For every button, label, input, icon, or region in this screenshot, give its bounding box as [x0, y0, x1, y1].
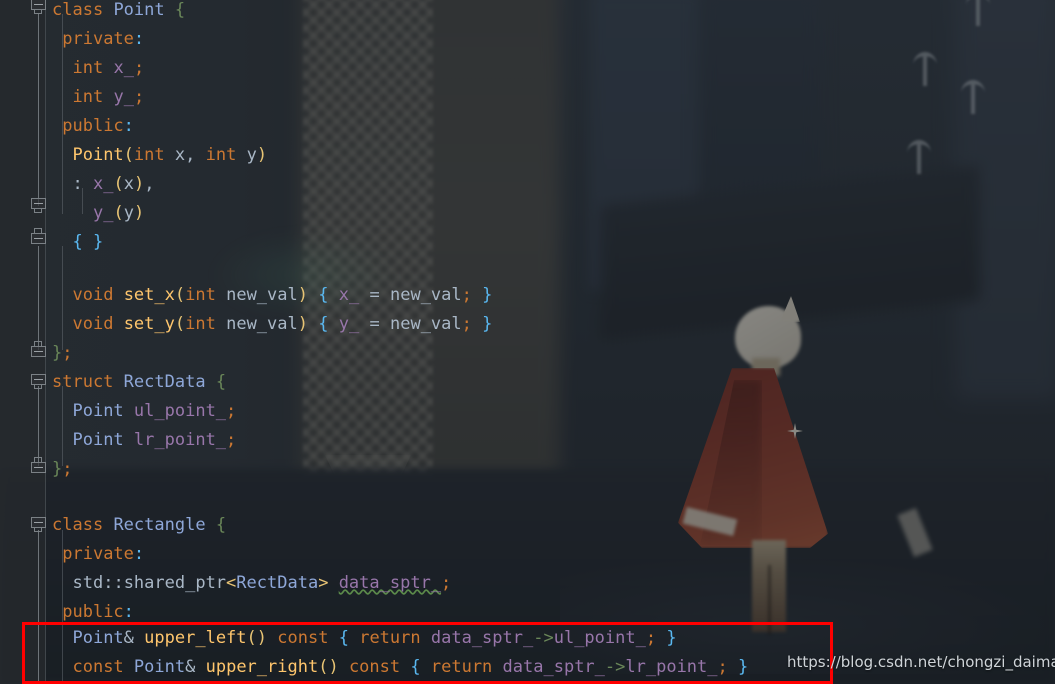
fold-guide-line — [38, 14, 39, 206]
fold-guide-line — [38, 246, 39, 350]
code-line-0[interactable]: class Point { — [52, 0, 185, 25]
code-line-2[interactable]: int x_; — [52, 54, 144, 83]
code-line-21[interactable]: public: — [52, 598, 134, 627]
fold-guide-line — [38, 386, 39, 466]
fold-tip — [34, 208, 42, 213]
code-line-22[interactable]: Point& upper_left() const { return data_… — [52, 624, 676, 653]
code-line-20[interactable]: std::shared_ptr<RectData> data_sptr_; — [52, 569, 451, 598]
fold-minus-icon — [34, 379, 43, 380]
code-line-18[interactable]: class Rectangle { — [52, 511, 226, 540]
fold-tip — [34, 9, 42, 14]
fold-minus-icon — [34, 238, 43, 239]
screenshot-root: class Point { private: int x_; int y_; p… — [0, 0, 1055, 684]
watermark-url: https://blog.csdn.net/chongzi_daima — [787, 653, 1055, 671]
code-line-11[interactable]: void set_y(int new_val) { y_ = new_val; … — [52, 310, 492, 339]
code-line-15[interactable]: Point lr_point_; — [52, 426, 236, 455]
code-line-6[interactable]: : x_(x), — [52, 170, 154, 199]
fold-marker-struct-rectdata[interactable] — [31, 374, 46, 389]
fold-tip — [34, 384, 42, 389]
fold-marker-ctor-body-end[interactable] — [31, 228, 46, 248]
code-line-10[interactable]: void set_x(int new_val) { x_ = new_val; … — [52, 281, 492, 310]
fold-marker-class-point[interactable] — [31, 0, 46, 14]
gutter-divider — [45, 0, 46, 684]
code-line-1[interactable]: private: — [52, 25, 144, 54]
fold-tip — [34, 341, 42, 346]
fold-minus-icon — [34, 467, 43, 468]
code-line-19[interactable]: private: — [52, 540, 144, 569]
fold-marker-struct-rectdata-end[interactable] — [31, 457, 46, 477]
fold-marker-class-point-end[interactable] — [31, 341, 46, 361]
fold-tip — [34, 457, 42, 462]
fold-marker-class-rectangle[interactable] — [31, 517, 46, 532]
fold-guide-line — [38, 530, 39, 684]
code-line-5[interactable]: Point(int x, int y) — [52, 141, 267, 170]
fold-tip — [34, 527, 42, 532]
fold-marker-ctor-init[interactable] — [31, 198, 46, 213]
code-line-4[interactable]: public: — [52, 112, 134, 141]
code-editor[interactable]: class Point { private: int x_; int y_; p… — [0, 0, 1055, 684]
code-line-14[interactable]: Point ul_point_; — [52, 397, 236, 426]
fold-minus-icon — [34, 522, 43, 523]
fold-tip — [34, 228, 42, 233]
fold-minus-icon — [34, 4, 43, 5]
code-line-8[interactable]: { } — [52, 228, 103, 257]
code-line-7[interactable]: y_(y) — [52, 199, 144, 228]
code-line-23[interactable]: const Point& upper_right() const { retur… — [52, 653, 748, 682]
fold-minus-icon — [34, 203, 43, 204]
fold-minus-icon — [34, 351, 43, 352]
code-line-3[interactable]: int y_; — [52, 83, 144, 112]
code-line-12[interactable]: }; — [52, 339, 73, 368]
code-line-13[interactable]: struct RectData { — [52, 368, 226, 397]
code-line-16[interactable]: }; — [52, 455, 73, 484]
